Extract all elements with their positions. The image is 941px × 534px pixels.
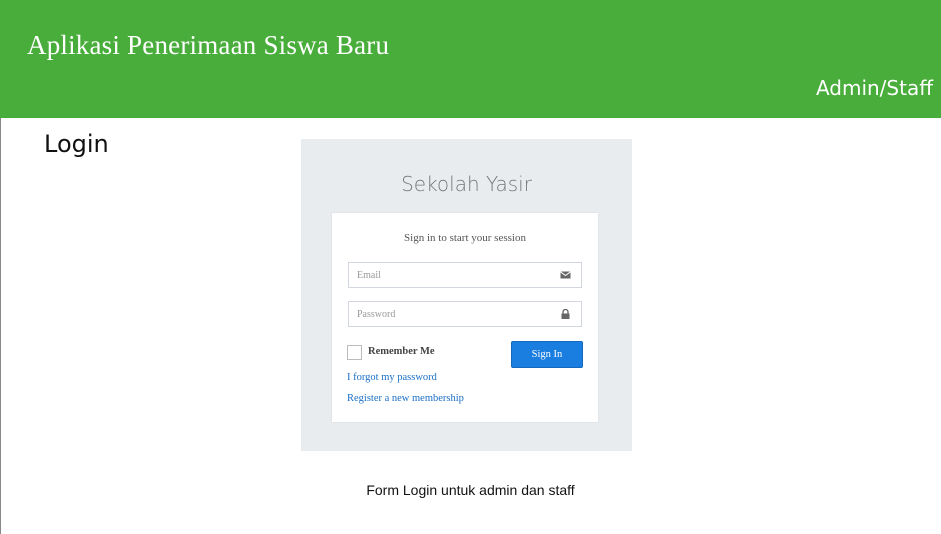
- password-field: [348, 301, 582, 327]
- login-card: Sign in to start your session Remember M…: [332, 213, 598, 422]
- login-form-screenshot: Sekolah Yasir Sign in to start your sess…: [301, 139, 632, 451]
- lock-icon: [561, 309, 570, 319]
- remember-me-label: Remember Me: [368, 346, 435, 357]
- register-membership-link[interactable]: Register a new membership: [347, 393, 464, 404]
- forgot-password-link[interactable]: I forgot my password: [347, 372, 437, 383]
- envelope-icon: [560, 271, 571, 279]
- app-title: Aplikasi Penerimaan Siswa Baru: [27, 30, 390, 60]
- login-brand: Sekolah Yasir: [401, 172, 532, 196]
- login-box-message: Sign in to start your session: [404, 232, 526, 244]
- user-role-label: Admin/Staff: [815, 76, 933, 100]
- app-header: Aplikasi Penerimaan Siswa Baru Admin/Sta…: [0, 0, 941, 118]
- sign-in-button[interactable]: Sign In: [511, 341, 583, 368]
- email-input[interactable]: [349, 263, 557, 287]
- figure-caption: Form Login untuk admin dan staff: [366, 482, 575, 498]
- page-title: Login: [44, 130, 109, 158]
- email-field: [348, 262, 582, 288]
- password-input[interactable]: [349, 302, 557, 326]
- remember-me-checkbox[interactable]: [347, 345, 362, 360]
